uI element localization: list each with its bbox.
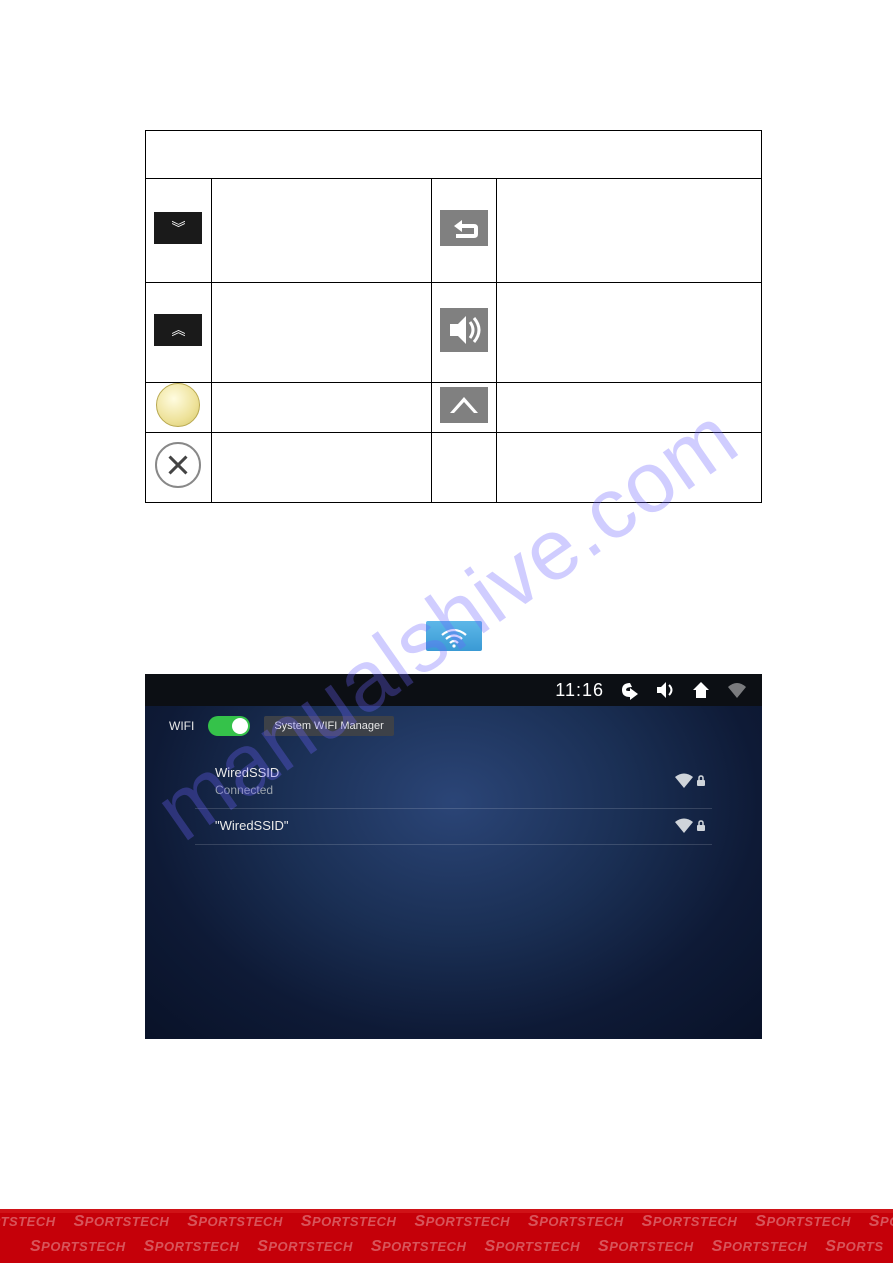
chevrons-down-icon: ︾ <box>154 212 202 244</box>
icon-cell <box>431 433 497 503</box>
wifi-toggle[interactable] <box>208 716 250 736</box>
network-text: WiredSSID Connected <box>215 764 279 798</box>
wifi-manager-button[interactable]: System WIFI Manager <box>264 716 393 736</box>
icon-cell <box>431 283 497 383</box>
home-icon[interactable] <box>690 679 712 701</box>
page: ︾ ︽ <box>0 0 893 1263</box>
desc-cell <box>211 283 431 383</box>
device-screenshot: 11:16 WIFI System WIFI Manager <box>145 674 762 1039</box>
footer-brand: SPORTS <box>825 1238 883 1256</box>
desc-cell <box>497 179 762 283</box>
return-arrow-icon <box>440 210 488 246</box>
icon-table: ︾ ︽ <box>145 130 762 503</box>
footer-brand: SPORTSTECH <box>598 1238 694 1256</box>
network-text: "WiredSSID" <box>215 817 289 835</box>
chevrons-up-icon: ︽ <box>154 314 202 346</box>
footer-brand: SPORTSTECH <box>528 1213 624 1231</box>
yellow-ball-icon <box>156 383 200 427</box>
footer-brand: SPORTSTECH <box>414 1213 510 1231</box>
footer-brand-row: SPORTSTECH SPORTSTECH SPORTSTECH SPORTST… <box>30 1238 893 1256</box>
footer-brand: SPORTSTECH <box>187 1213 283 1231</box>
clock: 11:16 <box>555 680 604 701</box>
network-status: Connected <box>215 782 279 798</box>
icon-cell <box>431 179 497 283</box>
footer-brand: SPORTSTECH <box>712 1238 808 1256</box>
wifi-tile-icon <box>426 621 482 651</box>
footer-brand: SPORTSTECH <box>869 1213 893 1231</box>
desc-cell <box>497 433 762 503</box>
desc-cell <box>497 283 762 383</box>
footer-brand: SPORTSTECH <box>484 1238 580 1256</box>
footer-brand: SPORTSTECH <box>0 1213 56 1231</box>
table-header-cell <box>146 131 762 179</box>
desc-cell <box>211 383 431 433</box>
desc-cell <box>497 383 762 433</box>
volume-icon[interactable] <box>654 679 676 701</box>
table-row <box>146 433 762 503</box>
icon-cell: ︾ <box>146 179 212 283</box>
table-header-row <box>146 131 762 179</box>
footer-brand: SPORTSTECH <box>642 1213 738 1231</box>
footer-brand-row: SPORTSTECH SPORTSTECH SPORTSTECH SPORTST… <box>0 1213 893 1231</box>
network-signal-secured-icon <box>674 773 706 789</box>
footer-brand: SPORTSTECH <box>30 1238 126 1256</box>
footer-brand: SPORTSTECH <box>371 1238 467 1256</box>
status-bar: 11:16 <box>145 674 762 706</box>
network-list: WiredSSID Connected "WiredSSID" <box>195 756 712 845</box>
network-ssid: WiredSSID <box>215 764 279 782</box>
back-icon[interactable] <box>618 679 640 701</box>
wifi-status-icon <box>726 679 748 701</box>
table-row: ︽ <box>146 283 762 383</box>
network-item[interactable]: WiredSSID Connected <box>195 756 712 809</box>
spacer <box>145 541 763 621</box>
footer-brand: SPORTSTECH <box>755 1213 851 1231</box>
icon-cell <box>431 383 497 433</box>
footer-brand: SPORTSTECH <box>301 1213 397 1231</box>
table-row: ︾ <box>146 179 762 283</box>
inline-tile-row <box>145 621 763 656</box>
desc-cell <box>211 179 431 283</box>
footer-brand: SPORTSTECH <box>257 1238 353 1256</box>
table-row <box>146 383 762 433</box>
footer: SPORTSTECH SPORTSTECH SPORTSTECH SPORTST… <box>0 1209 893 1263</box>
network-ssid: "WiredSSID" <box>215 817 289 835</box>
desc-cell <box>211 433 431 503</box>
content-area: ︾ ︽ <box>0 0 893 1039</box>
footer-brand: SPORTSTECH <box>144 1238 240 1256</box>
icon-cell <box>146 383 212 433</box>
close-circle-icon <box>155 442 201 488</box>
network-signal-secured-icon <box>674 818 706 834</box>
house-outline-icon <box>440 387 488 423</box>
network-item[interactable]: "WiredSSID" <box>195 809 712 846</box>
icon-cell <box>146 433 212 503</box>
wifi-label: WIFI <box>169 719 194 733</box>
footer-brand: SPORTSTECH <box>74 1213 170 1231</box>
speaker-icon <box>440 308 488 352</box>
icon-cell: ︽ <box>146 283 212 383</box>
wifi-toolbar: WIFI System WIFI Manager <box>169 716 394 736</box>
